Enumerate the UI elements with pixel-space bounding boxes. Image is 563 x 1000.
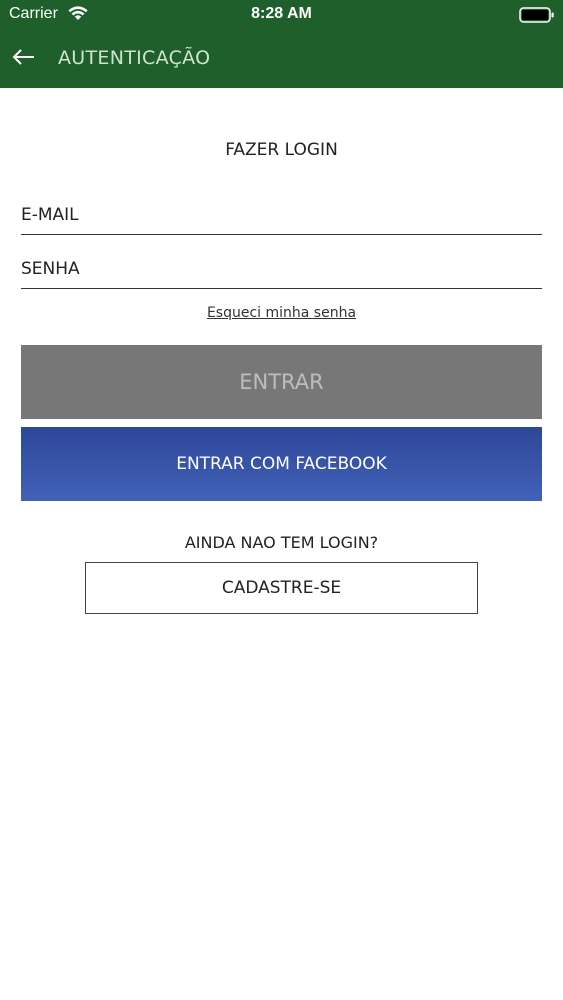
app-header: Carrier 8:28 AM AUTENTICAÇÃO (0, 0, 563, 88)
login-screen: Carrier 8:28 AM AUTENTICAÇÃO FAZER LOGIN… (0, 0, 563, 1000)
login-heading: FAZER LOGIN (225, 140, 338, 160)
back-button[interactable] (6, 42, 42, 76)
battery-icon (519, 7, 555, 23)
nav-bar: AUTENTICAÇÃO (0, 30, 563, 88)
facebook-login-button[interactable]: ENTRAR COM FACEBOOK (21, 427, 542, 501)
status-bar: Carrier 8:28 AM (0, 0, 563, 30)
forgot-password-link[interactable]: Esqueci minha senha (0, 305, 563, 321)
arrow-left-icon (12, 48, 36, 70)
password-field[interactable] (21, 249, 542, 289)
status-time: 8:28 AM (251, 5, 312, 22)
signup-prompt: AINDA NAO TEM LOGIN? (184, 533, 379, 552)
login-button[interactable]: ENTRAR (21, 345, 542, 419)
signup-button[interactable]: CADASTRE-SE (85, 562, 478, 614)
email-field[interactable] (21, 195, 542, 235)
page-title: AUTENTICAÇÃO (58, 47, 211, 69)
